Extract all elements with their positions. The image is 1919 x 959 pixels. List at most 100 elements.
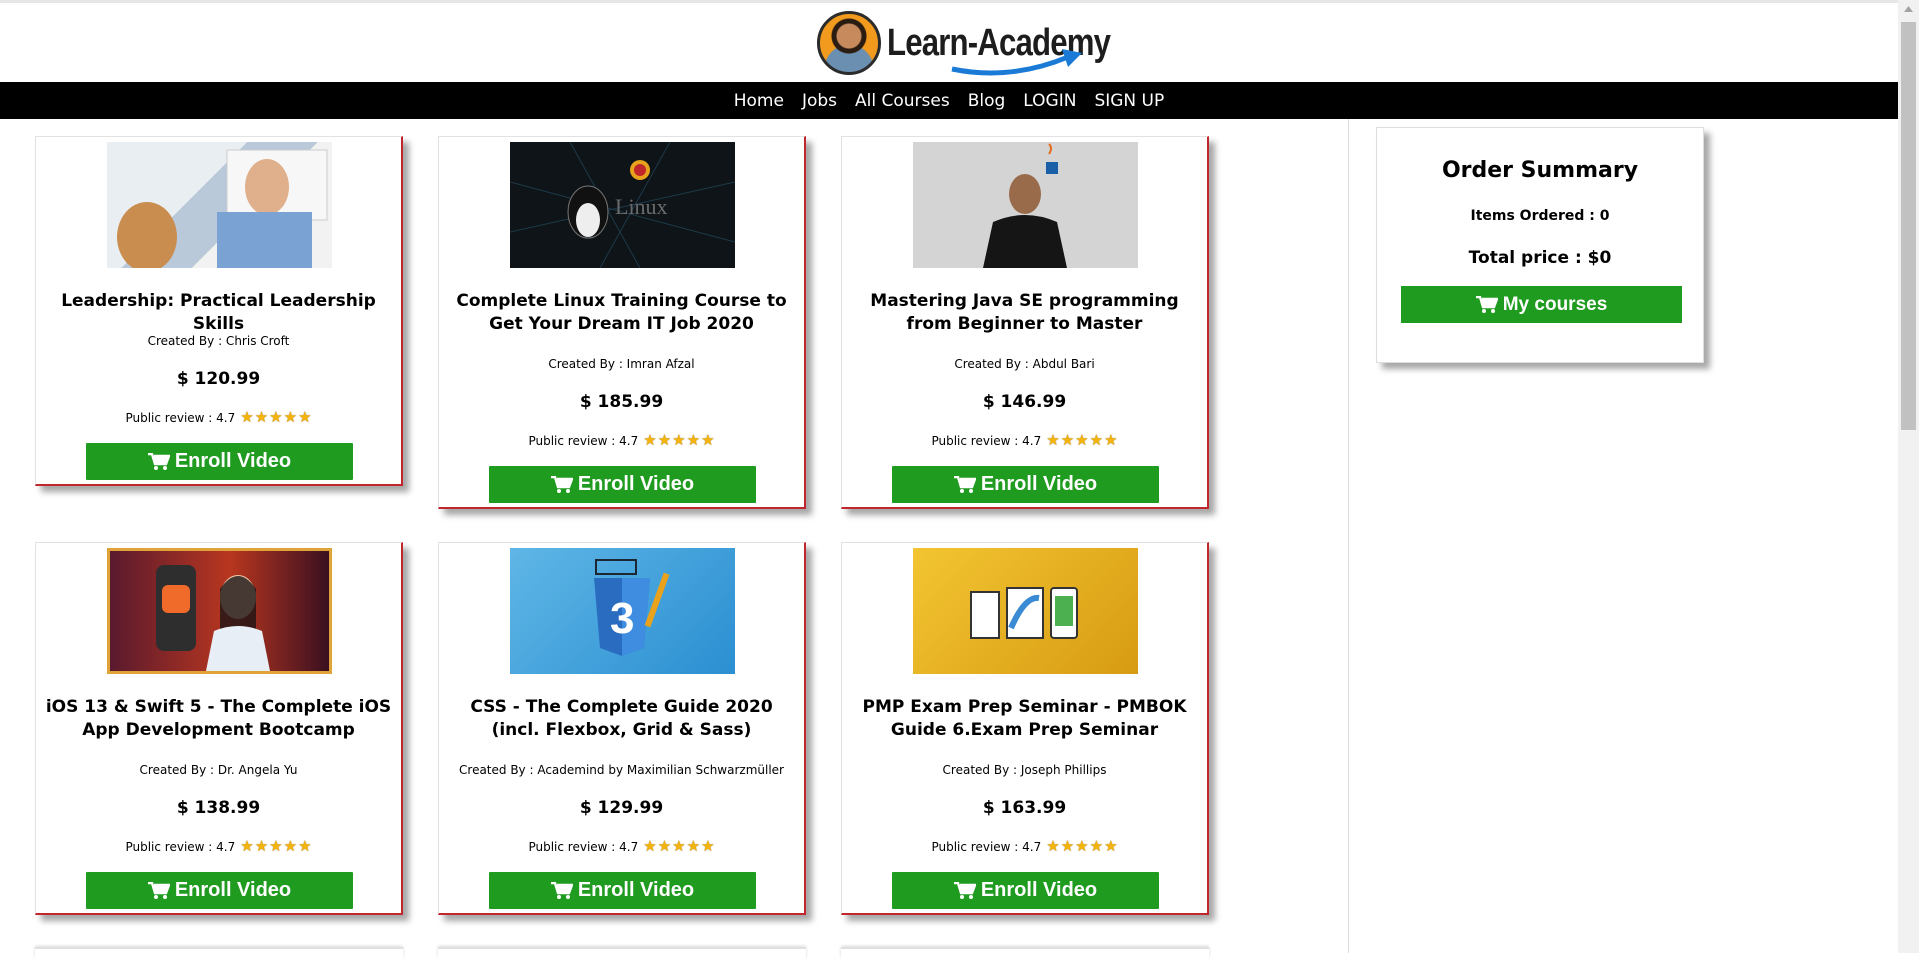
- star-icon: ★: [298, 837, 312, 855]
- star-icon: ★: [701, 837, 715, 855]
- leadership-image-icon: [117, 149, 328, 268]
- star-icon: ★: [1075, 837, 1089, 855]
- cart-icon: [1475, 295, 1498, 313]
- enroll-label: Enroll Video: [577, 879, 695, 901]
- pmp-image-icon: [970, 587, 1078, 639]
- total-price: Total price : $0: [1468, 248, 1612, 268]
- rating-stars: ★ ★ ★ ★ ★: [239, 410, 311, 425]
- course-card-partial: [438, 947, 806, 959]
- star-icon: ★: [1104, 431, 1118, 449]
- star-icon: ★: [1104, 837, 1118, 855]
- course-price: $ 120.99: [176, 369, 261, 389]
- course-card: 3 CSS - The Complete Guide 2020 (incl. F…: [438, 542, 806, 915]
- items-ordered: Items Ordered : 0: [1470, 208, 1610, 224]
- course-card: Mastering Java SE programming from Begin…: [841, 136, 1209, 509]
- review-label: Public review : 4.7: [931, 839, 1042, 854]
- nav-all-courses[interactable]: All Courses: [846, 91, 959, 111]
- review-label: Public review : 4.7: [528, 839, 639, 854]
- nav-signup[interactable]: SIGN UP: [1085, 91, 1173, 111]
- course-price: $ 163.99: [982, 798, 1067, 818]
- logo-avatar: [817, 11, 881, 75]
- review-label: Public review : 4.7: [125, 410, 236, 425]
- course-author: Created By : Imran Afzal: [548, 357, 695, 371]
- my-courses-label: My courses: [1502, 293, 1608, 315]
- course-thumbnail[interactable]: 3: [510, 548, 735, 674]
- enroll-label: Enroll Video: [577, 473, 695, 495]
- rating-stars: ★ ★ ★ ★ ★: [642, 433, 714, 448]
- cart-icon: [147, 452, 170, 470]
- star-icon: ★: [1046, 431, 1060, 449]
- course-price: $ 185.99: [579, 392, 664, 412]
- course-thumbnail[interactable]: [913, 142, 1138, 268]
- star-icon: ★: [298, 408, 312, 426]
- nav-jobs[interactable]: Jobs: [793, 91, 846, 111]
- star-icon: ★: [686, 837, 701, 855]
- star-icon: ★: [269, 837, 283, 855]
- course-thumbnail[interactable]: [107, 142, 332, 268]
- star-icon: ★: [657, 837, 672, 855]
- course-title[interactable]: Leadership: Practical Leadership Skills: [44, 290, 393, 336]
- enroll-label: Enroll Video: [980, 879, 1098, 901]
- scrollbar-thumb[interactable]: [1901, 22, 1916, 430]
- course-review: Public review : 4.7 ★ ★ ★ ★ ★: [842, 839, 1207, 854]
- course-card-partial: [841, 947, 1209, 959]
- enroll-label: Enroll Video: [174, 879, 292, 901]
- course-title[interactable]: Complete Linux Training Course to Get Yo…: [447, 290, 796, 336]
- course-thumbnail[interactable]: Linux: [510, 142, 735, 268]
- star-icon: ★: [1046, 837, 1060, 855]
- enroll-button[interactable]: Enroll Video: [86, 872, 353, 909]
- rating-stars: ★ ★ ★ ★ ★: [239, 839, 311, 854]
- course-card: Linux Complete Linux Training Course to …: [438, 136, 806, 509]
- enroll-button[interactable]: Enroll Video: [489, 466, 756, 503]
- star-icon: ★: [643, 431, 657, 449]
- main-navbar: Home Jobs All Courses Blog LOGIN SIGN UP: [0, 82, 1898, 119]
- review-label: Public review : 4.7: [528, 433, 639, 448]
- enroll-button[interactable]: Enroll Video: [892, 872, 1159, 909]
- course-card: Leadership: Practical Leadership Skills …: [35, 136, 403, 486]
- course-price: $ 146.99: [982, 392, 1067, 412]
- course-author: Created By : Abdul Bari: [954, 357, 1095, 371]
- enroll-button[interactable]: Enroll Video: [489, 872, 756, 909]
- course-review: Public review : 4.7 ★ ★ ★ ★ ★: [842, 433, 1207, 448]
- course-author: Created By : Dr. Angela Yu: [139, 763, 298, 777]
- order-summary-title: Order Summary: [1441, 158, 1639, 183]
- course-title[interactable]: PMP Exam Prep Seminar - PMBOK Guide 6.Ex…: [850, 696, 1199, 742]
- rating-stars: ★ ★ ★ ★ ★: [642, 839, 714, 854]
- star-icon: ★: [701, 431, 715, 449]
- course-author: Created By : Academind by Maximilian Sch…: [459, 763, 784, 777]
- course-title[interactable]: iOS 13 & Swift 5 - The Complete iOS App …: [44, 696, 393, 742]
- star-icon: ★: [269, 408, 283, 426]
- star-icon: ★: [254, 837, 269, 855]
- star-icon: ★: [672, 837, 686, 855]
- my-courses-button[interactable]: My courses: [1401, 286, 1682, 323]
- star-icon: ★: [1089, 837, 1104, 855]
- course-author: Created By : Joseph Phillips: [942, 763, 1107, 777]
- cart-icon: [550, 881, 573, 899]
- linux-image-icon: Linux: [510, 142, 735, 268]
- course-review: Public review : 4.7 ★ ★ ★ ★ ★: [439, 433, 804, 448]
- enroll-label: Enroll Video: [980, 473, 1098, 495]
- svg-text:Linux: Linux: [615, 194, 668, 219]
- star-icon: ★: [1089, 431, 1104, 449]
- star-icon: ★: [686, 431, 701, 449]
- enroll-button[interactable]: Enroll Video: [892, 466, 1159, 503]
- course-title[interactable]: CSS - The Complete Guide 2020 (incl. Fle…: [447, 696, 796, 742]
- nav-home[interactable]: Home: [725, 91, 793, 111]
- star-icon: ★: [1060, 837, 1075, 855]
- nav-blog[interactable]: Blog: [959, 91, 1015, 111]
- course-author: Created By : Chris Croft: [147, 334, 290, 348]
- cart-icon: [953, 475, 976, 493]
- course-title[interactable]: Mastering Java SE programming from Begin…: [850, 290, 1199, 336]
- course-thumbnail[interactable]: [107, 548, 332, 674]
- star-icon: ★: [283, 408, 298, 426]
- rating-stars: ★ ★ ★ ★ ★: [1045, 839, 1117, 854]
- order-summary-panel: Order Summary Items Ordered : 0 Total pr…: [1376, 127, 1704, 363]
- svg-text:3: 3: [610, 594, 634, 643]
- enroll-button[interactable]: Enroll Video: [86, 443, 353, 480]
- star-icon: ★: [240, 837, 254, 855]
- course-thumbnail[interactable]: [913, 548, 1138, 674]
- scroll-up-arrow-icon[interactable]: [1898, 0, 1919, 17]
- enroll-label: Enroll Video: [174, 450, 292, 472]
- site-header: Learn-Academy: [0, 3, 1898, 82]
- nav-login[interactable]: LOGIN: [1014, 91, 1085, 111]
